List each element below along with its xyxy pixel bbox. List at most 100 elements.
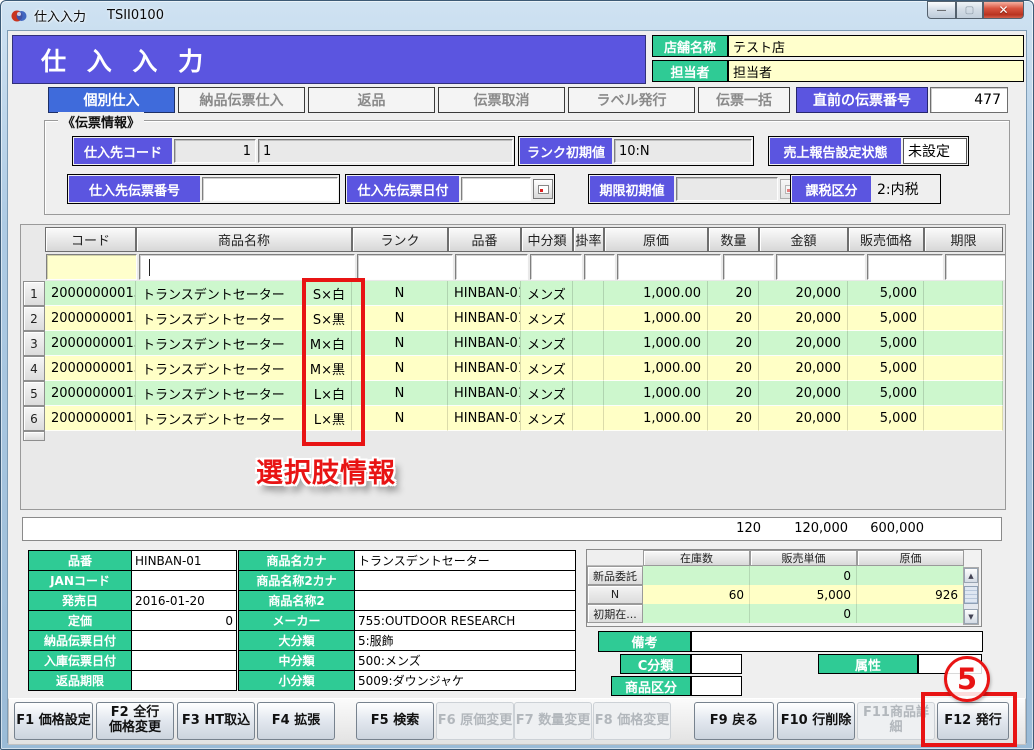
filter-qty-input[interactable] (723, 254, 774, 280)
grid-row[interactable]: 3200000000139トランスデントセーターM×白NHINBAN-01メンズ… (23, 331, 1003, 356)
cell-qty[interactable]: 20 (708, 306, 759, 331)
cell-sell-price[interactable]: 5,000 (848, 406, 924, 431)
cell-rate[interactable] (573, 381, 604, 406)
col-header-sell-price[interactable]: 販売価格 (848, 227, 924, 252)
grid-row[interactable]: 5200000000139トランスデントセーターL×白NHINBAN-01メンズ… (23, 381, 1003, 406)
cell-deadline[interactable] (924, 406, 1003, 431)
col-header-qty[interactable]: 数量 (708, 227, 759, 252)
cell-qty[interactable]: 20 (708, 281, 759, 306)
cell-mid-class[interactable]: メンズ (521, 381, 573, 406)
tab-delivery-slip-purchase[interactable]: 納品伝票仕入 (178, 87, 305, 113)
grid-row[interactable]: 6200000000139トランスデントセーターL×黒NHINBAN-01メンズ… (23, 406, 1003, 431)
f5-search-button[interactable]: F5 検索 (356, 702, 434, 740)
row-number[interactable]: 2 (23, 306, 45, 331)
filter-rank-input[interactable] (357, 254, 453, 280)
filter-part-no-input[interactable] (455, 254, 528, 280)
col-header-part-no[interactable]: 品番 (448, 227, 521, 252)
c-class-field[interactable] (691, 654, 742, 674)
cell-rate[interactable] (573, 281, 604, 306)
close-button[interactable]: ✕ (983, 1, 1024, 19)
cell-mid-class[interactable]: メンズ (521, 406, 573, 431)
cell-mid-class[interactable]: メンズ (521, 281, 573, 306)
col-header-code[interactable]: コード (45, 227, 136, 252)
remark-field[interactable] (691, 631, 983, 652)
col-header-amount[interactable]: 金額 (759, 227, 848, 252)
filter-cost-input[interactable] (617, 254, 721, 280)
cell-rate[interactable] (573, 356, 604, 381)
cell-qty[interactable]: 20 (708, 356, 759, 381)
cell-rank[interactable]: N (352, 281, 448, 306)
grid-row[interactable]: 2200000000139トランスデントセーターS×黒NHINBAN-01メンズ… (23, 306, 1003, 331)
cell-rank[interactable]: N (352, 381, 448, 406)
cell-deadline[interactable] (924, 306, 1003, 331)
tab-slip-cancel[interactable]: 伝票取消 (438, 87, 565, 113)
f4-extend-button[interactable]: F4 拡張 (257, 702, 335, 740)
cell-part-no[interactable]: HINBAN-01 (448, 381, 521, 406)
cell-amount[interactable]: 20,000 (759, 406, 848, 431)
cell-amount[interactable]: 20,000 (759, 381, 848, 406)
filter-rate-input[interactable] (584, 254, 615, 280)
cell-amount[interactable]: 20,000 (759, 356, 848, 381)
cell-deadline[interactable] (924, 281, 1003, 306)
cell-part-no[interactable]: HINBAN-01 (448, 406, 521, 431)
cell-part-no[interactable]: HINBAN-01 (448, 331, 521, 356)
f8-price-change-button[interactable]: F8 価格変更 (593, 702, 671, 740)
f10-delete-row-button[interactable]: F10 行削除 (777, 702, 855, 740)
row-number-stub[interactable] (23, 431, 45, 441)
scroll-thumb[interactable] (964, 586, 978, 604)
cell-amount[interactable]: 20,000 (759, 281, 848, 306)
cell-cost[interactable]: 1,000.00 (604, 306, 708, 331)
col-header-cost[interactable]: 原価 (604, 227, 708, 252)
stock-scrollbar[interactable]: ▲ ▼ (963, 567, 979, 625)
stock-row[interactable]: 新品委託 0 (587, 566, 981, 585)
cell-rank[interactable]: N (352, 356, 448, 381)
store-name-field[interactable]: テスト店 (728, 35, 1024, 57)
stock-row[interactable]: N 60 5,000 926 (587, 585, 981, 604)
cell-code[interactable]: 200000000139 (45, 356, 136, 381)
cell-cost[interactable]: 1,000.00 (604, 331, 708, 356)
row-number[interactable]: 6 (23, 406, 45, 431)
col-header-mid-class[interactable]: 中分類 (521, 227, 573, 252)
filter-deadline-input[interactable] (945, 254, 1006, 280)
cell-code[interactable]: 200000000139 (45, 331, 136, 356)
maximize-button[interactable]: ▢ (956, 1, 983, 19)
stock-row[interactable]: 初期在... 0 (587, 604, 981, 623)
f2-all-rows-price-change-button[interactable]: F2 全行 価格変更 (96, 702, 174, 740)
cell-rank[interactable]: N (352, 306, 448, 331)
cell-qty[interactable]: 20 (708, 381, 759, 406)
cell-amount[interactable]: 20,000 (759, 331, 848, 356)
cell-rate[interactable] (573, 306, 604, 331)
cell-rank[interactable]: N (352, 406, 448, 431)
cell-deadline[interactable] (924, 331, 1003, 356)
supplier-code-field[interactable]: 1 (174, 139, 256, 163)
col-header-rate[interactable]: 掛率 (573, 227, 604, 252)
cell-mid-class[interactable]: メンズ (521, 356, 573, 381)
cell-sell-price[interactable]: 5,000 (848, 281, 924, 306)
supplier-slip-date-field[interactable] (461, 177, 531, 201)
supplier-slip-no-field[interactable] (202, 177, 338, 201)
minimize-button[interactable]: — (927, 1, 956, 19)
scroll-up-icon[interactable]: ▲ (964, 568, 978, 583)
filter-code-input[interactable] (46, 254, 137, 280)
cell-rate[interactable] (573, 406, 604, 431)
cell-sell-price[interactable]: 5,000 (848, 356, 924, 381)
tab-slip-batch[interactable]: 伝票一括 (698, 87, 790, 113)
grid-row[interactable]: 1200000000139トランスデントセーターS×白NHINBAN-01メンズ… (23, 281, 1003, 306)
supplier-name-field[interactable]: 1 (258, 139, 513, 163)
tab-individual-purchase[interactable]: 個別仕入 (48, 87, 175, 113)
cell-part-no[interactable]: HINBAN-01 (448, 306, 521, 331)
filter-mid-class-input[interactable] (530, 254, 582, 280)
item-class-field[interactable] (691, 676, 742, 696)
tab-label-print[interactable]: ラベル発行 (568, 87, 695, 113)
cell-amount[interactable]: 20,000 (759, 306, 848, 331)
f9-back-button[interactable]: F9 戻る (694, 702, 774, 740)
filter-product-name-input[interactable] (139, 254, 355, 280)
f1-price-setting-button[interactable]: F1 価格設定 (14, 702, 93, 740)
col-header-deadline[interactable]: 期限 (924, 227, 1003, 252)
cell-part-no[interactable]: HINBAN-01 (448, 356, 521, 381)
cell-sell-price[interactable]: 5,000 (848, 306, 924, 331)
filter-sell-price-input[interactable] (867, 254, 943, 280)
cell-cost[interactable]: 1,000.00 (604, 356, 708, 381)
cell-qty[interactable]: 20 (708, 406, 759, 431)
cell-mid-class[interactable]: メンズ (521, 331, 573, 356)
